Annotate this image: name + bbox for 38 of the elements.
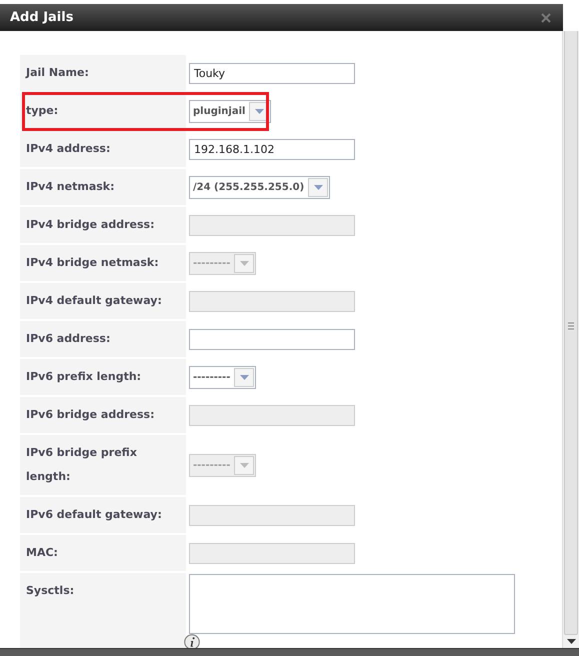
field-label: type: bbox=[20, 93, 186, 129]
select-value: --------- bbox=[192, 370, 232, 384]
text-field[interactable]: Touky bbox=[189, 62, 355, 84]
select-field[interactable]: --------- bbox=[189, 366, 256, 388]
field-label: MAC: bbox=[20, 535, 186, 571]
select-field[interactable]: pluginjail bbox=[189, 100, 272, 122]
field-label: IPv6 bridge prefix length: bbox=[20, 435, 186, 495]
window-title: Add Jails bbox=[10, 10, 74, 25]
text-field[interactable] bbox=[189, 328, 355, 350]
scroll-thumb[interactable] bbox=[564, 31, 578, 635]
caret-icon bbox=[240, 374, 249, 380]
field-label: IPv4 netmask: bbox=[20, 169, 186, 205]
field-label: Sysctls: bbox=[20, 573, 186, 648]
field-label: Jail Name: bbox=[20, 55, 186, 91]
select-value: --------- bbox=[192, 458, 232, 472]
dropdown-button[interactable] bbox=[234, 368, 254, 386]
select-value: pluginjail bbox=[192, 104, 246, 118]
field-label: IPv4 default gateway: bbox=[20, 283, 186, 319]
field-label: IPv4 bridge netmask: bbox=[20, 245, 186, 281]
field-label: IPv6 bridge address: bbox=[20, 397, 186, 433]
dropdown-button[interactable] bbox=[308, 178, 328, 196]
select-value: /24 (255.255.255.0) bbox=[192, 180, 306, 194]
text-field[interactable]: 192.168.1.102 bbox=[189, 138, 355, 160]
field-label: IPv6 default gateway: bbox=[20, 497, 186, 533]
select-value: --------- bbox=[192, 256, 232, 270]
caret-icon bbox=[240, 462, 249, 468]
caret-icon bbox=[314, 184, 323, 190]
caret-icon bbox=[254, 108, 264, 114]
field-label: IPv4 bridge address: bbox=[20, 207, 186, 243]
field-label: IPv4 address: bbox=[20, 131, 186, 167]
field-label: IPv6 address: bbox=[20, 321, 186, 357]
info-icon[interactable] bbox=[184, 634, 200, 648]
scrollbar[interactable] bbox=[562, 31, 579, 648]
close-icon[interactable] bbox=[541, 12, 551, 22]
select-field[interactable]: /24 (255.255.255.0) bbox=[189, 176, 330, 198]
field-label: IPv6 prefix length: bbox=[20, 359, 186, 395]
scroll-down-icon[interactable] bbox=[566, 639, 576, 644]
caret-icon bbox=[240, 260, 249, 266]
